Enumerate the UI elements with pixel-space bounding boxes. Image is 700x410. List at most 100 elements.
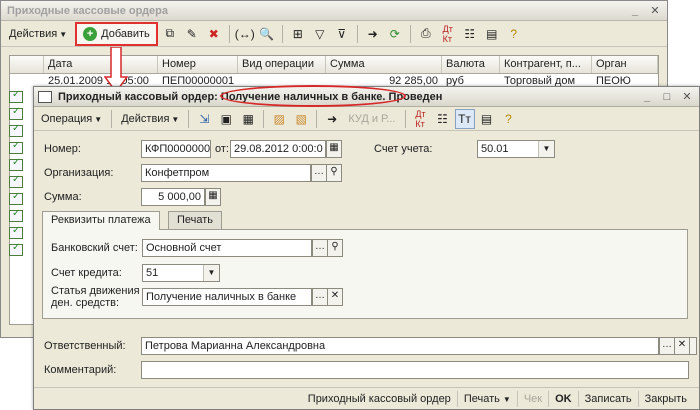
column-number[interactable]: Номер <box>158 56 238 73</box>
posted-doc-icon <box>9 106 23 120</box>
list-actions-menu[interactable]: Действия ▼ <box>5 26 71 42</box>
account-select[interactable]: 50.01 ▼ <box>477 140 555 158</box>
toolbar-separator <box>316 109 318 128</box>
select-dots-icon[interactable]: … <box>312 288 328 306</box>
chevron-down-icon[interactable]: ▼ <box>538 141 554 157</box>
account-label: Счет учета: <box>374 143 433 155</box>
column-icon <box>10 56 44 73</box>
select-dots-icon[interactable]: … <box>312 239 328 257</box>
search-icon[interactable] <box>689 337 697 355</box>
posted-doc-icon <box>9 208 23 222</box>
organization-label: Организация: <box>44 167 114 179</box>
delete-icon[interactable]: ✖ <box>204 24 224 44</box>
go-icon[interactable]: ➜ <box>322 109 342 129</box>
dialog-actions-menu[interactable]: Действия ▼ <box>117 111 183 127</box>
edit-mode-icon[interactable]: Tт <box>454 108 475 129</box>
ok-button[interactable]: OK <box>549 390 579 407</box>
bank-account-label: Банковский счет: <box>51 242 138 254</box>
close-icon[interactable]: ✕ <box>679 90 695 104</box>
comment-label: Комментарий: <box>44 364 117 376</box>
column-date[interactable]: Дата <box>44 56 158 73</box>
tab-payment-details[interactable]: Реквизиты платежа <box>42 211 160 230</box>
highlight-oval <box>220 85 406 107</box>
maximize-icon[interactable]: □ <box>659 90 675 104</box>
posted-doc-icon <box>9 174 23 188</box>
go-icon[interactable]: ➜ <box>363 24 383 44</box>
close-icon[interactable]: ✕ <box>647 4 663 18</box>
calendar-icon[interactable]: ▦ <box>326 140 342 158</box>
edit-icon[interactable]: ✎ <box>182 24 202 44</box>
chevron-down-icon[interactable]: ▼ <box>203 265 219 281</box>
add-button[interactable]: + Добавить <box>75 21 158 46</box>
posted-doc-icon <box>9 242 23 256</box>
date-field[interactable]: 29.08.2012 0:00:0 <box>230 140 326 158</box>
settings-icon[interactable]: ▤ <box>482 24 502 44</box>
number-field[interactable]: КФП0000000 <box>141 140 211 158</box>
bank-account-field[interactable]: Основной счет <box>142 239 312 257</box>
operation-menu[interactable]: Операция ▼ <box>37 111 106 127</box>
tab-print[interactable]: Печать <box>168 211 223 229</box>
search-icon[interactable]: ⚲ <box>327 239 343 257</box>
save-icon[interactable]: ▣ <box>216 109 236 129</box>
post-icon[interactable]: ⇲ <box>194 109 214 129</box>
check-button[interactable]: Чек <box>518 390 550 407</box>
toolbar-separator <box>111 109 113 128</box>
dialog-toolbar: Операция ▼ Действия ▼ ⇲ ▣ ▦ ▨ ▧ ➜ КУД и Р.… <box>34 107 699 131</box>
sum-label: Сумма: <box>44 191 82 203</box>
list-window-title: Приходные кассовые ордера <box>7 4 169 17</box>
structure-icon[interactable]: ☷ <box>433 109 453 129</box>
list-toolbar: Действия ▼ + Добавить ⧉ ✎ ✖ (↔) 🔍 ⊞ ▽ ⊽ ➜… <box>1 21 667 47</box>
organization-field[interactable]: Конфетпром <box>141 164 311 182</box>
select-dots-icon[interactable]: … <box>659 337 675 355</box>
toolbar-separator <box>281 24 283 43</box>
dt-kt-icon[interactable]: Дт Кт <box>438 24 458 44</box>
add-button-label: Добавить <box>101 27 150 40</box>
copy-doc-icon[interactable]: ▧ <box>291 109 311 129</box>
filter-list-icon[interactable]: ▽ <box>310 24 330 44</box>
clear-icon[interactable]: ✕ <box>327 288 343 306</box>
credit-account-select[interactable]: 51 ▼ <box>142 264 220 282</box>
column-operation[interactable]: Вид операции <box>238 56 326 73</box>
based-on-icon[interactable]: ▨ <box>269 109 289 129</box>
column-currency[interactable]: Валюта <box>442 56 500 73</box>
search-icon[interactable]: ⚲ <box>326 164 342 182</box>
print-menu-button[interactable]: Печать ▼ <box>458 390 518 407</box>
help-icon[interactable]: ? <box>499 109 519 129</box>
clear-icon[interactable]: ✕ <box>674 337 690 355</box>
column-counterparty[interactable]: Контрагент, п... <box>500 56 592 73</box>
help-icon[interactable]: ? <box>504 24 524 44</box>
settings-icon[interactable]: ▤ <box>477 109 497 129</box>
toolbar-separator <box>188 109 190 128</box>
comment-field[interactable] <box>141 361 689 379</box>
print-pko-button[interactable]: Приходный кассовый ордер <box>302 390 458 407</box>
calculator-icon[interactable]: ▦ <box>205 188 221 206</box>
column-organization[interactable]: Орган <box>592 56 658 73</box>
dt-kt-icon[interactable]: Дт Кт <box>411 109 431 129</box>
cash-flow-item-field[interactable]: Получение наличных в банке <box>142 288 312 306</box>
copy-icon[interactable]: ⧉ <box>160 24 180 44</box>
find-icon[interactable]: 🔍 <box>257 24 277 44</box>
interval-icon[interactable]: (↔) <box>235 24 255 44</box>
select-dots-icon[interactable]: … <box>311 164 327 182</box>
posted-doc-icon <box>9 89 23 103</box>
sum-field[interactable]: 5 000,00 <box>141 188 205 206</box>
responsible-field[interactable]: Петрова Марианна Александровна <box>141 337 659 355</box>
minimize-icon[interactable]: _ <box>627 4 643 18</box>
credit-account-label: Счет кредита: <box>51 267 122 279</box>
save-button[interactable]: Записать <box>579 390 639 407</box>
print-icon[interactable]: ⎙ <box>416 24 436 44</box>
clear-filter-icon[interactable]: ⊽ <box>332 24 352 44</box>
payment-details-pane: Банковский счет: Основной счет … ⚲ Счет … <box>42 229 688 319</box>
list-window-titlebar: Приходные кассовые ордера _ ✕ <box>1 1 667 21</box>
structure-icon[interactable]: ☷ <box>460 24 480 44</box>
posted-doc-icon <box>9 140 23 154</box>
minimize-icon[interactable]: _ <box>639 90 655 104</box>
toolbar-separator <box>263 109 265 128</box>
kudir-button[interactable]: КУД и Р... <box>344 111 399 127</box>
filter-icon[interactable]: ⊞ <box>288 24 308 44</box>
toolbar-separator <box>404 109 406 128</box>
column-sum[interactable]: Сумма <box>326 56 442 73</box>
refresh-icon[interactable]: ⟳ <box>385 24 405 44</box>
unpost-icon[interactable]: ▦ <box>238 109 258 129</box>
close-button[interactable]: Закрыть <box>639 391 693 407</box>
